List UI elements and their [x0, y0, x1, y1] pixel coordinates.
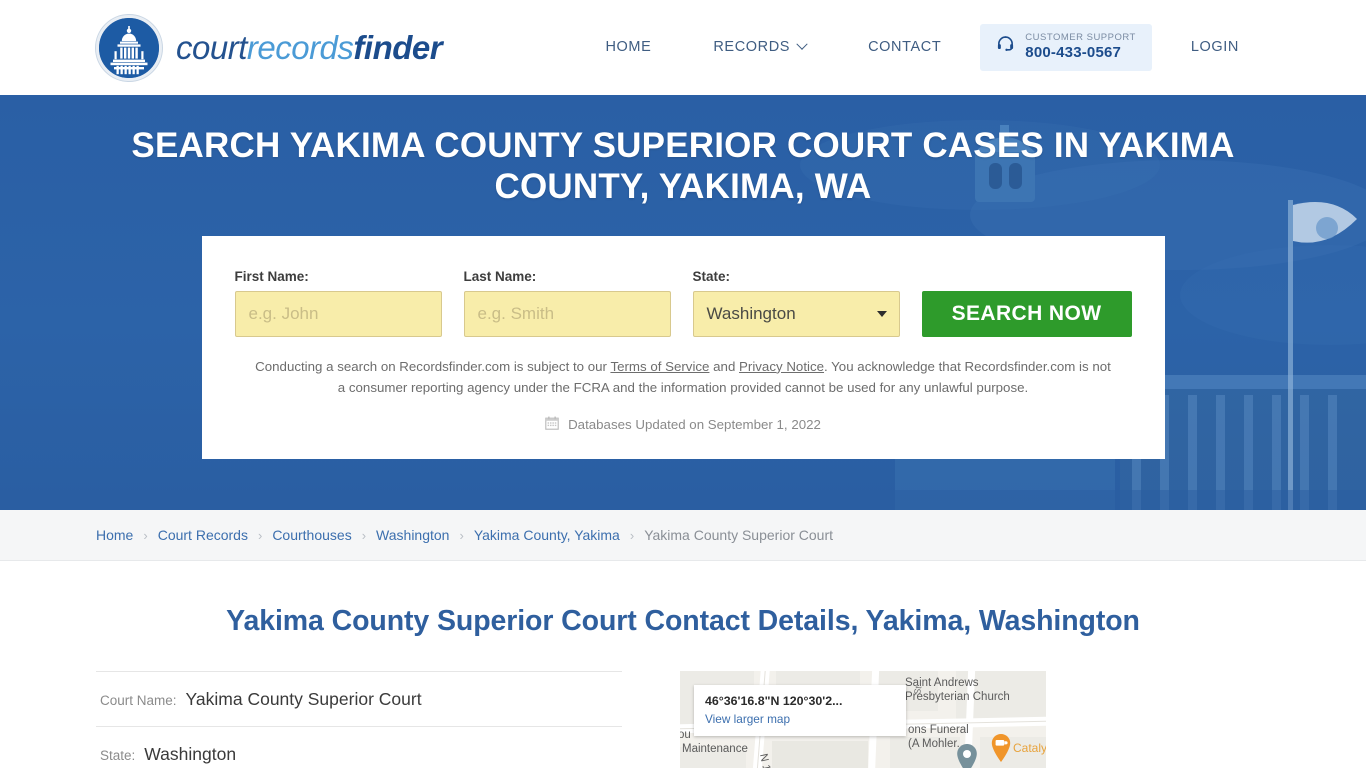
breadcrumb-separator-icon: › [459, 527, 464, 543]
support-phone-number[interactable]: 800-433-0567 [1025, 44, 1136, 61]
state-select[interactable]: Washington [692, 290, 900, 337]
breadcrumb-item-current: Yakima County Superior Court [644, 527, 834, 543]
state-label: State: [692, 268, 731, 284]
calendar-icon [545, 416, 559, 433]
map-label-line-3: ons Funeral [908, 724, 969, 736]
site-header: courtrecordsfinder HOME RECORDS CONTACT [0, 0, 1366, 95]
court-details-and-map: Court Name: Yakima County Superior Court… [96, 671, 1270, 768]
detail-value-court-name: Yakima County Superior Court [185, 689, 422, 709]
last-name-input[interactable] [463, 290, 671, 337]
logo-text-finder: finder [353, 28, 443, 66]
nav-label-contact: CONTACT [868, 39, 942, 56]
nav-item-contact[interactable]: CONTACT [837, 29, 972, 65]
customer-support-block[interactable]: CUSTOMER SUPPORT 800-433-0567 [980, 24, 1152, 71]
capitol-dome-icon [96, 14, 162, 81]
logo-wordmark: courtrecordsfinder [176, 28, 443, 67]
database-updated-row: Databases Updated on September 1, 2022 [235, 416, 1132, 433]
last-name-field-group: Last Name: [463, 268, 671, 337]
first-name-field-group: First Name: [234, 268, 442, 337]
support-label: CUSTOMER SUPPORT [1025, 32, 1136, 44]
map-label-ou: ou [680, 729, 691, 741]
terms-of-service-link[interactable]: Terms of Service [610, 359, 709, 374]
search-form-row: First Name: Last Name: State: Washington… [234, 268, 1132, 337]
breadcrumb-separator-icon: › [361, 527, 367, 543]
breadcrumb-item-yakima-county[interactable]: Yakima County, Yakima [474, 527, 620, 543]
breadcrumb-item-washington[interactable]: Washington [376, 527, 449, 543]
headset-icon [996, 35, 1015, 59]
search-disclaimer: Conducting a search on Recordsfinder.com… [235, 356, 1132, 399]
state-selected-value: Washington [706, 303, 796, 323]
map-label-catalyst: Catalys [1013, 741, 1046, 755]
first-name-input[interactable] [234, 290, 442, 337]
breadcrumb-item-home[interactable]: Home [96, 527, 133, 543]
page-title: Yakima County Superior Court Contact Det… [226, 605, 1140, 637]
breadcrumb-item-courthouses[interactable]: Courthouses [272, 527, 351, 543]
view-larger-map-link[interactable]: View larger map [705, 712, 895, 726]
map-label-saint-andrews: Saint Andrews Presbyterian Church [905, 676, 1010, 705]
disclaimer-part-2: and [709, 358, 740, 374]
nav-item-home[interactable]: HOME [574, 29, 682, 65]
breadcrumb: Home › Court Records › Courthouses › Was… [96, 527, 833, 543]
logo-text-court: court [176, 28, 247, 66]
breadcrumb-separator-icon: › [629, 527, 635, 543]
first-name-label: First Name: [234, 268, 309, 284]
breadcrumb-item-court-records[interactable]: Court Records [158, 527, 248, 543]
nav-label-login: LOGIN [1190, 39, 1239, 56]
logo-text-records: records [246, 28, 354, 66]
breadcrumb-separator-icon: › [257, 527, 263, 543]
main-content: Yakima County Superior Court Contact Det… [0, 605, 1366, 768]
nav-item-records[interactable]: RECORDS [682, 29, 837, 65]
detail-label-court-name: Court Name: [100, 693, 177, 708]
map-label-maintenance: Maintenance [682, 743, 748, 755]
nav-label-home: HOME [605, 39, 652, 56]
chevron-down-icon [796, 38, 808, 51]
hero-section: SEARCH YAKIMA COUNTY SUPERIOR COURT CASE… [0, 95, 1366, 510]
detail-row-court-name: Court Name: Yakima County Superior Court [96, 671, 622, 726]
court-details-list: Court Name: Yakima County Superior Court… [96, 671, 622, 768]
detail-label-state: State: [100, 748, 136, 763]
site-logo[interactable]: courtrecordsfinder [96, 14, 443, 81]
map-info-box: 46°36'16.8"N 120°30'2... View larger map [694, 685, 906, 736]
page-hero-title: SEARCH YAKIMA COUNTY SUPERIOR COURT CASE… [131, 126, 1235, 207]
breadcrumb-bar: Home › Court Records › Courthouses › Was… [0, 510, 1366, 561]
last-name-label: Last Name: [463, 268, 537, 284]
search-now-button[interactable]: SEARCH NOW [921, 290, 1132, 337]
main-navigation: HOME RECORDS CONTACT CUSTOMER SUPPORT 80… [574, 24, 1270, 71]
state-field-group: State: Washington [692, 268, 900, 337]
database-updated-text: Databases Updated on September 1, 2022 [568, 416, 821, 432]
nav-label-records: RECORDS [713, 39, 791, 56]
detail-value-state: Washington [144, 744, 237, 764]
location-map[interactable]: St Saint Andrews Presbyterian Church ons… [680, 671, 1046, 768]
breadcrumb-separator-icon: › [143, 527, 148, 543]
disclaimer-part-1: Conducting a search on Recordsfinder.com… [255, 358, 611, 374]
search-form-card: First Name: Last Name: State: Washington… [201, 235, 1165, 459]
nav-item-login[interactable]: LOGIN [1160, 29, 1270, 65]
map-label-line-1: Saint Andrews [905, 677, 979, 689]
map-label-line-2: Presbyterian Church [905, 691, 1010, 704]
map-coordinates-label: 46°36'16.8"N 120°30'2... [705, 694, 843, 708]
chevron-down-icon [876, 310, 887, 317]
privacy-notice-link[interactable]: Privacy Notice [739, 359, 824, 374]
detail-row-state: State: Washington [96, 726, 622, 768]
